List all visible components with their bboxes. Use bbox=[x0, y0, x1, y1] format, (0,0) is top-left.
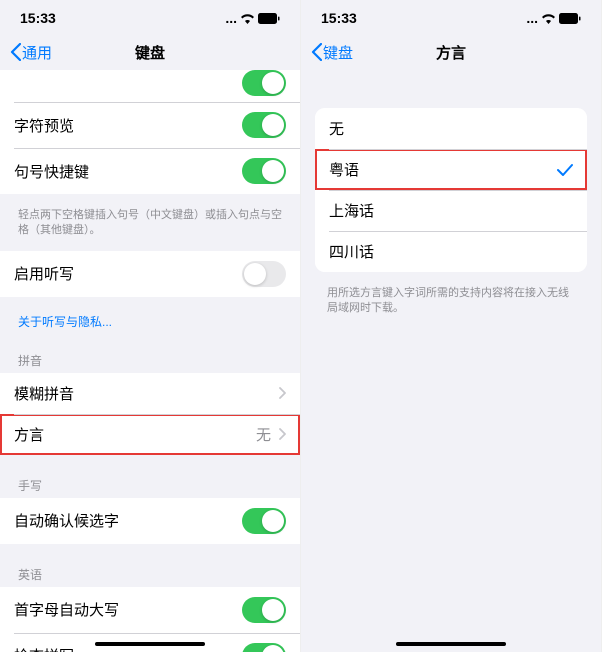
nav-bar: 通用 键盘 bbox=[0, 36, 300, 68]
option-label: 四川话 bbox=[329, 241, 374, 262]
setting-row-dictation[interactable]: 启用听写 bbox=[0, 251, 300, 297]
page-title: 方言 bbox=[436, 42, 466, 63]
setting-row-fuzzy-pinyin[interactable]: 模糊拼音 bbox=[0, 373, 300, 414]
row-label: 模糊拼音 bbox=[14, 383, 74, 404]
row-label: 首字母自动大写 bbox=[14, 599, 119, 620]
option-label: 上海话 bbox=[329, 200, 374, 221]
row-label: 字符预览 bbox=[14, 115, 74, 136]
option-label: 无 bbox=[329, 118, 344, 139]
toggle-switch[interactable] bbox=[242, 261, 286, 287]
toggle-switch[interactable] bbox=[242, 643, 286, 652]
back-button[interactable]: 通用 bbox=[10, 42, 52, 63]
battery-icon bbox=[258, 13, 280, 24]
cellular-icon: ... bbox=[225, 10, 237, 26]
status-time: 15:33 bbox=[321, 10, 357, 26]
dialect-option-group: 无 粤语 上海话 四川话 bbox=[315, 108, 587, 272]
status-icons: ... bbox=[225, 10, 280, 26]
home-indicator[interactable] bbox=[396, 642, 506, 646]
footer-text: 轻点两下空格键插入句号（中文键盘）或插入句点与空格（其他键盘）。 bbox=[0, 202, 300, 245]
row-label: 自动确认候选字 bbox=[14, 510, 119, 531]
screen-keyboard-settings: 15:33 ... 通用 键盘 字符预览 bbox=[0, 0, 301, 652]
cellular-icon: ... bbox=[526, 10, 538, 26]
back-label: 键盘 bbox=[323, 42, 353, 63]
status-time: 15:33 bbox=[20, 10, 56, 26]
setting-row-char-preview[interactable]: 字符预览 bbox=[0, 102, 300, 148]
row-label: 启用听写 bbox=[14, 263, 74, 284]
back-label: 通用 bbox=[22, 42, 52, 63]
wifi-icon bbox=[541, 13, 556, 24]
option-label: 粤语 bbox=[329, 159, 359, 180]
back-button[interactable]: 键盘 bbox=[311, 42, 353, 63]
footer-text: 用所选方言键入字词所需的支持内容将在接入无线局域网时下载。 bbox=[301, 280, 601, 323]
dialect-option-none[interactable]: 无 bbox=[315, 108, 587, 149]
status-bar: 15:33 ... bbox=[0, 0, 300, 36]
page-title: 键盘 bbox=[135, 42, 165, 63]
dialect-option-cantonese[interactable]: 粤语 bbox=[315, 149, 587, 190]
toggle-switch[interactable] bbox=[242, 597, 286, 623]
row-label: 句号快捷键 bbox=[14, 161, 89, 182]
nav-bar: 键盘 方言 bbox=[301, 36, 601, 68]
chevron-right-icon bbox=[279, 428, 286, 440]
chevron-right-icon bbox=[279, 387, 286, 399]
chevron-left-icon bbox=[10, 43, 21, 61]
status-bar: 15:33 ... bbox=[301, 0, 601, 36]
wifi-icon bbox=[240, 13, 255, 24]
dialect-option-shanghainese[interactable]: 上海话 bbox=[315, 190, 587, 231]
setting-row-dialect[interactable]: 方言 无 bbox=[0, 414, 300, 455]
section-header-pinyin: 拼音 bbox=[0, 338, 300, 373]
dictation-privacy-link[interactable]: 关于听写与隐私... bbox=[0, 305, 300, 338]
setting-row-period-shortcut[interactable]: 句号快捷键 bbox=[0, 148, 300, 194]
section-header-english: 英语 bbox=[0, 552, 300, 587]
row-label: 检查拼写 bbox=[14, 645, 74, 652]
setting-row-auto-cap[interactable]: 首字母自动大写 bbox=[0, 587, 300, 633]
setting-row-auto-confirm[interactable]: 自动确认候选字 bbox=[0, 498, 300, 544]
toggle-switch[interactable] bbox=[242, 508, 286, 534]
home-indicator[interactable] bbox=[95, 642, 205, 646]
dialect-option-sichuanese[interactable]: 四川话 bbox=[315, 231, 587, 272]
setting-row-partial[interactable] bbox=[0, 70, 300, 102]
row-label: 方言 bbox=[14, 424, 44, 445]
checkmark-icon bbox=[557, 163, 573, 177]
section-header-handwriting: 手写 bbox=[0, 463, 300, 498]
battery-icon bbox=[559, 13, 581, 24]
chevron-left-icon bbox=[311, 43, 322, 61]
toggle-switch[interactable] bbox=[242, 70, 286, 96]
row-value: 无 bbox=[256, 424, 271, 445]
toggle-switch[interactable] bbox=[242, 112, 286, 138]
screen-dialect-settings: 15:33 ... 键盘 方言 无 粤语 上海话 四川话 bbox=[301, 0, 602, 652]
toggle-switch[interactable] bbox=[242, 158, 286, 184]
status-icons: ... bbox=[526, 10, 581, 26]
